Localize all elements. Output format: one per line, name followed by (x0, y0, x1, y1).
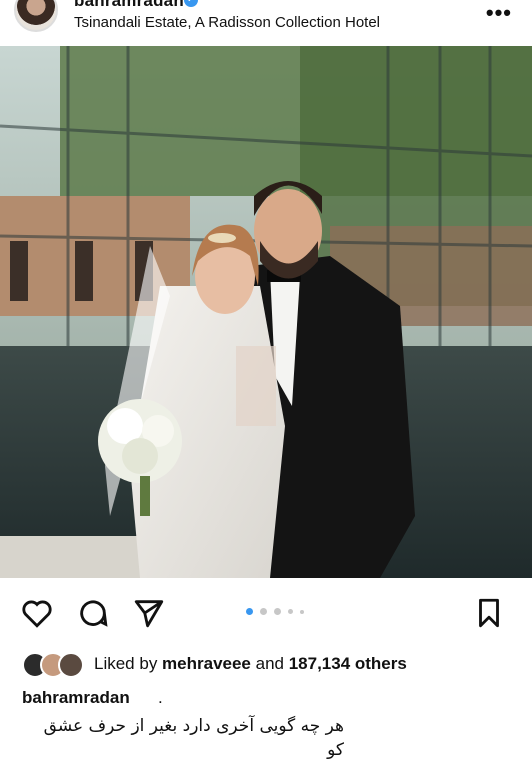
post-location[interactable]: Tsinandali Estate, A Radisson Collection… (74, 14, 380, 31)
paper-plane-icon[interactable] (132, 596, 166, 630)
carousel-dot-active (246, 608, 253, 615)
caption-username[interactable]: bahramradan (22, 688, 130, 708)
heart-icon[interactable] (20, 596, 54, 630)
avatar[interactable] (14, 0, 58, 32)
liker-avatar (58, 652, 84, 678)
post-username[interactable]: bahramradan (74, 0, 184, 11)
action-bar (0, 590, 532, 636)
liker-username[interactable]: mehraveee (162, 654, 251, 673)
post-image[interactable] (0, 46, 532, 578)
likes-text[interactable]: Liked by mehraveee and 187,134 others (94, 654, 407, 674)
likes-row[interactable]: Liked by mehraveee and 187,134 others (22, 650, 522, 678)
carousel-dot (300, 610, 304, 614)
caption-line-1: هر چه گویی آخری دارد بغیر از حرف عشق (43, 716, 344, 736)
carousel-indicator (246, 608, 316, 616)
carousel-dot (260, 608, 267, 615)
carousel-dot (288, 609, 293, 614)
wedding-photo (0, 46, 532, 578)
bookmark-icon[interactable] (472, 596, 506, 630)
caption-line-2: کو (327, 740, 344, 760)
carousel-dot (274, 608, 281, 615)
comment-icon[interactable] (76, 596, 110, 630)
likes-count[interactable]: 187,134 others (289, 654, 407, 673)
verified-icon: ✓ (184, 0, 198, 7)
post-header: bahramradan ✓ Tsinandali Estate, A Radis… (0, 0, 532, 46)
more-icon[interactable]: ••• (486, 0, 512, 26)
caption-trailing: . (158, 688, 163, 707)
